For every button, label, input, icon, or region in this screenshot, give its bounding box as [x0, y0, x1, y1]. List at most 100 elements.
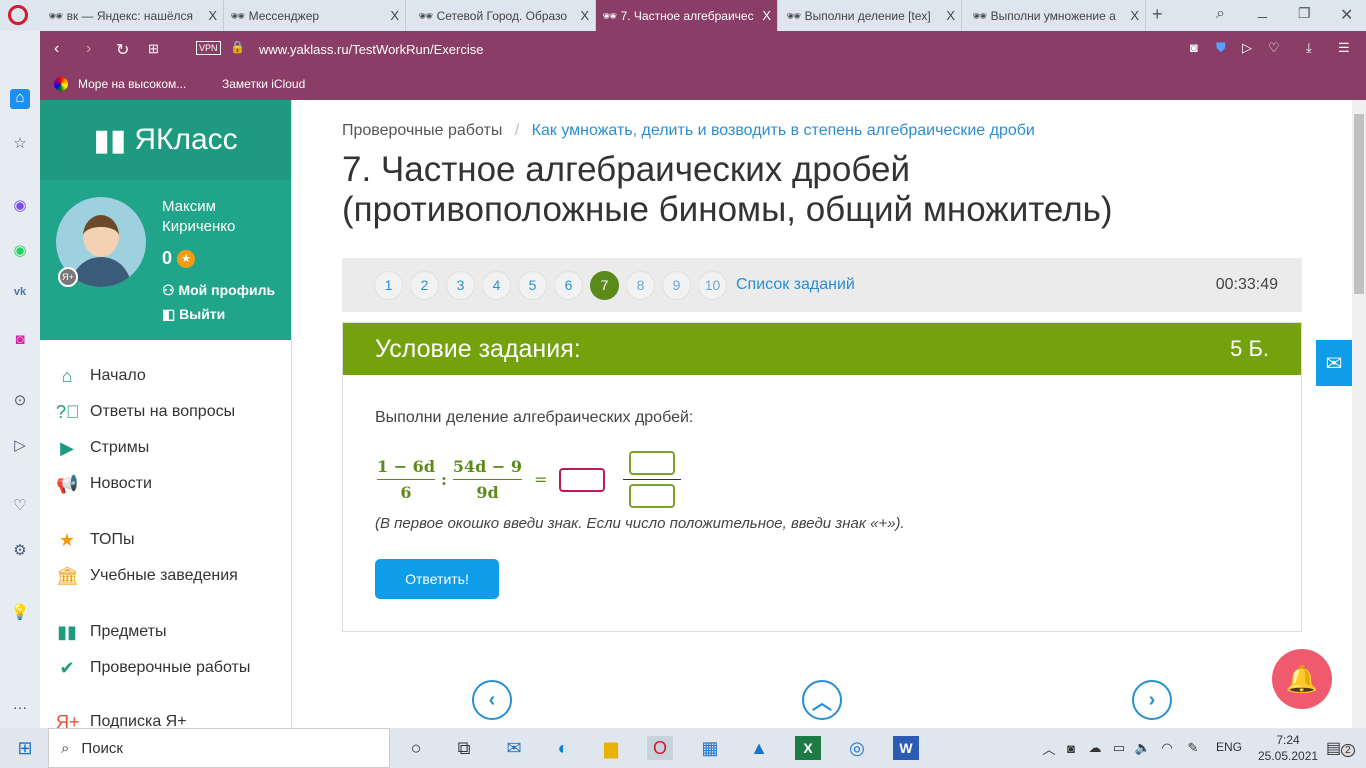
- clock[interactable]: 7:24 25.05.2021: [1258, 732, 1318, 764]
- edge-icon[interactable]: ◐: [550, 736, 576, 760]
- menu-item-tests[interactable]: ✔ Проверочные работы: [40, 650, 291, 686]
- maximize-button[interactable]: ❐: [1298, 5, 1311, 22]
- tab[interactable]: 🕶 Выполни деление [tex] X: [780, 0, 962, 31]
- close-tab-icon[interactable]: X: [940, 8, 955, 23]
- notifications-bell-button[interactable]: 🔔: [1272, 649, 1332, 709]
- task-number-4[interactable]: 4: [482, 270, 511, 300]
- cloud-tray-icon[interactable]: ☁: [1082, 736, 1108, 760]
- send-icon[interactable]: ▷: [1242, 40, 1252, 56]
- close-tab-icon[interactable]: X: [574, 8, 589, 23]
- mail-app-icon[interactable]: ✉: [501, 736, 527, 760]
- vpn-badge[interactable]: VPN: [196, 41, 221, 55]
- file-explorer-icon[interactable]: ▆: [598, 736, 624, 760]
- task-number-8[interactable]: 8: [626, 270, 655, 300]
- logout-link[interactable]: ◧ Выйти: [162, 306, 225, 323]
- tab[interactable]: 🕶 Выполни умножение а X: [966, 0, 1146, 31]
- word-icon[interactable]: W: [893, 736, 919, 760]
- whatsapp-icon[interactable]: ◉: [10, 241, 30, 261]
- reload-icon[interactable]: ↻: [116, 40, 129, 60]
- breadcrumb-root[interactable]: Проверочные работы: [342, 122, 502, 139]
- menu-item-schools[interactable]: 🏛 Учебные заведения: [40, 558, 291, 594]
- notification-center-icon[interactable]: ▤ 2: [1326, 738, 1355, 758]
- easy-setup-icon[interactable]: ☰: [1338, 40, 1350, 56]
- cortana-icon[interactable]: ○: [403, 736, 429, 760]
- back-icon[interactable]: ‹: [54, 40, 59, 58]
- tab-active[interactable]: 🕶 7. Частное алгебраичес X: [596, 0, 778, 31]
- sign-input[interactable]: [559, 467, 606, 492]
- opera-taskbar-icon[interactable]: O: [647, 736, 673, 760]
- task-number-2[interactable]: 2: [410, 270, 439, 300]
- site-logo[interactable]: ▮▮ ЯКласс: [40, 100, 291, 180]
- close-window-button[interactable]: ✕: [1340, 5, 1353, 25]
- windows-start-icon[interactable]: ⊞: [12, 736, 38, 760]
- calendar-icon[interactable]: ▦: [697, 736, 723, 760]
- send-icon[interactable]: ▷: [10, 436, 30, 456]
- task-number-9[interactable]: 9: [662, 270, 691, 300]
- heart-icon[interactable]: ♡: [10, 496, 30, 516]
- tab[interactable]: 🕶 вк — Яндекс: нашёлся X: [42, 0, 224, 31]
- menu-item-answers[interactable]: ?⃝ Ответы на вопросы: [40, 394, 291, 430]
- menu-item-tops[interactable]: ★ ТОПы: [40, 522, 291, 558]
- opera-logo-icon[interactable]: [8, 5, 28, 25]
- minimize-button[interactable]: _: [1258, 2, 1267, 20]
- photos-icon[interactable]: ▲: [746, 736, 772, 760]
- search-tabs-icon[interactable]: ⌕: [1216, 5, 1225, 23]
- vk-icon[interactable]: vk: [10, 286, 30, 306]
- tab[interactable]: 🕶 Сетевой Город. Образо X: [412, 0, 596, 31]
- messenger-icon[interactable]: ◉: [10, 196, 30, 216]
- home-icon[interactable]: ⌂: [10, 89, 30, 109]
- new-tab-button[interactable]: +: [1152, 4, 1163, 25]
- lightbulb-icon[interactable]: 💡: [10, 603, 30, 623]
- close-tab-icon[interactable]: X: [1124, 8, 1139, 23]
- task-view-icon[interactable]: ⧉: [451, 736, 477, 760]
- menu-item-news[interactable]: 📢 Новости: [40, 466, 291, 502]
- menu-item-streams[interactable]: ▶ Стримы: [40, 430, 291, 466]
- pen-icon[interactable]: ✎: [1180, 736, 1206, 760]
- player-icon[interactable]: ⊙: [10, 391, 30, 411]
- wifi-icon[interactable]: ◠: [1154, 736, 1180, 760]
- heart-icon[interactable]: ♡: [1268, 40, 1280, 56]
- task-number-6[interactable]: 6: [554, 270, 583, 300]
- scrollbar[interactable]: [1352, 100, 1366, 728]
- next-task-button[interactable]: ›: [1132, 680, 1172, 720]
- task-number-3[interactable]: 3: [446, 270, 475, 300]
- close-tab-icon[interactable]: X: [202, 8, 217, 23]
- close-tab-icon[interactable]: X: [384, 8, 399, 23]
- mail-feedback-button[interactable]: ✉: [1316, 340, 1352, 386]
- taskbar-search[interactable]: ⌕ Поиск: [48, 728, 390, 768]
- my-profile-link[interactable]: ⚇ Мой профиль: [162, 282, 275, 299]
- bookmark-item[interactable]: Заметки iCloud: [222, 77, 305, 91]
- forward-icon[interactable]: ›: [86, 40, 91, 58]
- url-field[interactable]: www.yaklass.ru/TestWorkRun/Exercise: [259, 42, 483, 57]
- excel-icon[interactable]: X: [795, 736, 821, 760]
- task-list-link[interactable]: Список заданий: [736, 276, 855, 294]
- camera-tray-icon[interactable]: ◙: [1058, 736, 1084, 760]
- bookmark-item[interactable]: Море на высоком...: [78, 77, 186, 91]
- settings-icon[interactable]: ⚙: [10, 541, 30, 561]
- camera-icon[interactable]: ◙: [1190, 40, 1198, 55]
- app-icon[interactable]: ◎: [844, 736, 870, 760]
- task-number-7[interactable]: 7: [590, 270, 619, 300]
- pin-icon[interactable]: ☆: [10, 134, 30, 154]
- download-icon[interactable]: ⤓: [1306, 40, 1312, 56]
- shield-icon[interactable]: ⛊: [1216, 40, 1226, 56]
- numerator-input[interactable]: [629, 451, 676, 475]
- denominator-input[interactable]: [629, 484, 676, 508]
- breadcrumb-current[interactable]: Как умножать, делить и возводить в степе…: [532, 122, 1035, 139]
- battery-icon[interactable]: ▭: [1106, 736, 1132, 760]
- language-indicator[interactable]: ENG: [1216, 740, 1242, 754]
- tab[interactable]: 🕶 Мессенджер X: [224, 0, 406, 31]
- task-number-5[interactable]: 5: [518, 270, 547, 300]
- tabs-grid-icon[interactable]: ⊞: [148, 41, 159, 57]
- task-number-1[interactable]: 1: [374, 270, 403, 300]
- close-tab-icon[interactable]: X: [756, 8, 771, 23]
- scroll-up-button[interactable]: ︿: [802, 680, 842, 720]
- task-number-10[interactable]: 10: [698, 270, 727, 300]
- volume-icon[interactable]: 🔈: [1130, 736, 1156, 760]
- menu-item-subjects[interactable]: ▮▮ Предметы: [40, 614, 291, 650]
- previous-task-button[interactable]: ‹: [472, 680, 512, 720]
- instagram-icon[interactable]: ◙: [10, 331, 30, 351]
- submit-answer-button[interactable]: Ответить!: [375, 559, 499, 599]
- more-icon[interactable]: …: [10, 696, 30, 716]
- menu-item-home[interactable]: ⌂ Начало: [40, 358, 291, 394]
